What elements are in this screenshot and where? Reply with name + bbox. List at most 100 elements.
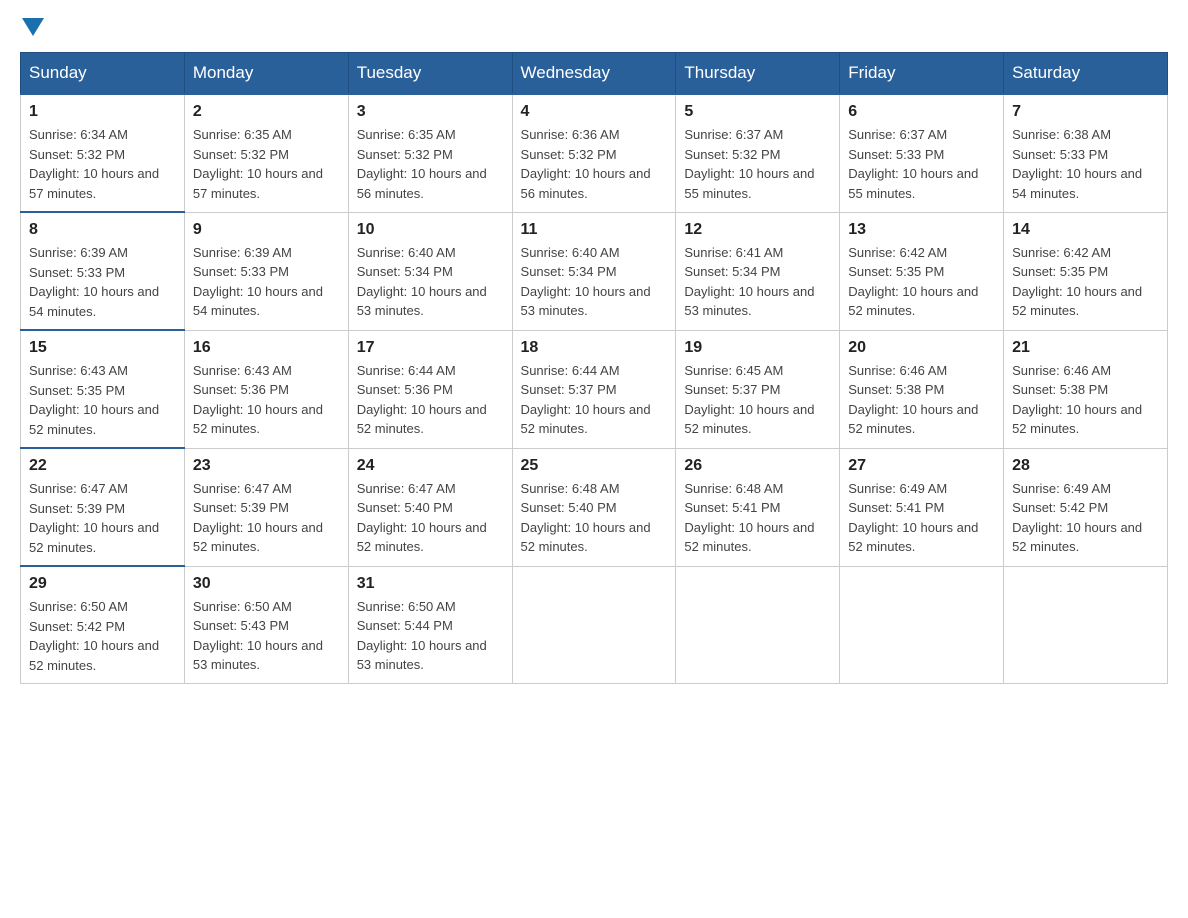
day-info: Sunrise: 6:40 AMSunset: 5:34 PMDaylight:… [357,243,504,321]
day-info: Sunrise: 6:48 AMSunset: 5:40 PMDaylight:… [521,479,668,557]
calendar-cell: 3Sunrise: 6:35 AMSunset: 5:32 PMDaylight… [348,94,512,212]
day-number: 1 [29,103,176,121]
day-number: 31 [357,575,504,593]
day-number: 26 [684,457,831,475]
calendar-cell: 20 Sunrise: 6:46 AMSunset: 5:38 PMDayligh… [840,330,1004,448]
calendar-cell: 24 Sunrise: 6:47 AMSunset: 5:40 PMDayligh… [348,448,512,566]
calendar-cell: 21Sunrise: 6:46 AMSunset: 5:38 PMDayligh… [1004,330,1168,448]
header-tuesday: Tuesday [348,53,512,95]
day-number: 30 [193,575,340,593]
calendar-cell: 5Sunrise: 6:37 AMSunset: 5:32 PMDaylight… [676,94,840,212]
calendar-week-row: 1 Sunrise: 6:34 AMSunset: 5:32 PMDaylight… [21,94,1168,212]
calendar-cell: 27 Sunrise: 6:49 AMSunset: 5:41 PMDayligh… [840,448,1004,566]
calendar-cell: 11 Sunrise: 6:40 AMSunset: 5:34 PMDayligh… [512,212,676,330]
day-info: Sunrise: 6:50 AMSunset: 5:43 PMDaylight:… [193,597,340,675]
header-thursday: Thursday [676,53,840,95]
day-info: Sunrise: 6:47 AMSunset: 5:40 PMDaylight:… [357,479,504,557]
day-number: 13 [848,221,995,239]
day-number: 21 [1012,339,1159,357]
calendar-cell: 28Sunrise: 6:49 AMSunset: 5:42 PMDayligh… [1004,448,1168,566]
calendar-cell: 4 Sunrise: 6:36 AMSunset: 5:32 PMDaylight… [512,94,676,212]
calendar-cell: 29 Sunrise: 6:50 AMSunset: 5:42 PMDayligh… [21,566,185,684]
day-info: Sunrise: 6:47 AMSunset: 5:39 PMDaylight:… [29,479,176,557]
day-info: Sunrise: 6:35 AMSunset: 5:32 PMDaylight:… [193,125,340,203]
calendar-cell: 30 Sunrise: 6:50 AMSunset: 5:43 PMDayligh… [184,566,348,684]
day-info: Sunrise: 6:37 AMSunset: 5:33 PMDaylight:… [848,125,995,203]
day-info: Sunrise: 6:36 AMSunset: 5:32 PMDaylight:… [521,125,668,203]
logo [20,20,44,32]
day-number: 17 [357,339,504,357]
day-number: 25 [521,457,668,475]
header-wednesday: Wednesday [512,53,676,95]
day-number: 27 [848,457,995,475]
calendar-cell: 16 Sunrise: 6:43 AMSunset: 5:36 PMDayligh… [184,330,348,448]
calendar-cell: 10 Sunrise: 6:40 AMSunset: 5:34 PMDayligh… [348,212,512,330]
calendar-header-row: SundayMondayTuesdayWednesdayThursdayFrid… [21,53,1168,95]
calendar-cell: 6 Sunrise: 6:37 AMSunset: 5:33 PMDaylight… [840,94,1004,212]
calendar-cell: 14Sunrise: 6:42 AMSunset: 5:35 PMDayligh… [1004,212,1168,330]
day-info: Sunrise: 6:50 AMSunset: 5:42 PMDaylight:… [29,597,176,675]
day-info: Sunrise: 6:47 AMSunset: 5:39 PMDaylight:… [193,479,340,557]
calendar-cell: 22 Sunrise: 6:47 AMSunset: 5:39 PMDayligh… [21,448,185,566]
day-info: Sunrise: 6:40 AMSunset: 5:34 PMDaylight:… [521,243,668,321]
logo-triangle-icon [22,18,44,36]
calendar-cell: 15 Sunrise: 6:43 AMSunset: 5:35 PMDayligh… [21,330,185,448]
calendar-cell: 18Sunrise: 6:44 AMSunset: 5:37 PMDayligh… [512,330,676,448]
calendar-cell [840,566,1004,684]
calendar-cell: 17 Sunrise: 6:44 AMSunset: 5:36 PMDayligh… [348,330,512,448]
day-info: Sunrise: 6:49 AMSunset: 5:41 PMDaylight:… [848,479,995,557]
day-info: Sunrise: 6:45 AMSunset: 5:37 PMDaylight:… [684,361,831,439]
calendar-cell [512,566,676,684]
day-info: Sunrise: 6:37 AMSunset: 5:32 PMDaylight:… [684,125,831,203]
calendar-cell: 31 Sunrise: 6:50 AMSunset: 5:44 PMDayligh… [348,566,512,684]
calendar-cell: 12 Sunrise: 6:41 AMSunset: 5:34 PMDayligh… [676,212,840,330]
header-monday: Monday [184,53,348,95]
day-number: 6 [848,103,995,121]
day-number: 10 [357,221,504,239]
day-info: Sunrise: 6:41 AMSunset: 5:34 PMDaylight:… [684,243,831,321]
day-number: 3 [357,103,504,121]
day-number: 4 [521,103,668,121]
day-info: Sunrise: 6:34 AMSunset: 5:32 PMDaylight:… [29,125,176,203]
calendar-week-row: 8 Sunrise: 6:39 AMSunset: 5:33 PMDaylight… [21,212,1168,330]
calendar-week-row: 29 Sunrise: 6:50 AMSunset: 5:42 PMDayligh… [21,566,1168,684]
day-info: Sunrise: 6:46 AMSunset: 5:38 PMDaylight:… [848,361,995,439]
calendar-cell: 26 Sunrise: 6:48 AMSunset: 5:41 PMDayligh… [676,448,840,566]
day-number: 19 [684,339,831,357]
calendar-week-row: 22 Sunrise: 6:47 AMSunset: 5:39 PMDayligh… [21,448,1168,566]
day-number: 9 [193,221,340,239]
day-info: Sunrise: 6:44 AMSunset: 5:37 PMDaylight:… [521,361,668,439]
day-number: 23 [193,457,340,475]
day-info: Sunrise: 6:44 AMSunset: 5:36 PMDaylight:… [357,361,504,439]
calendar-cell: 1 Sunrise: 6:34 AMSunset: 5:32 PMDaylight… [21,94,185,212]
day-number: 22 [29,457,176,475]
calendar-cell: 25 Sunrise: 6:48 AMSunset: 5:40 PMDayligh… [512,448,676,566]
header-saturday: Saturday [1004,53,1168,95]
day-info: Sunrise: 6:39 AMSunset: 5:33 PMDaylight:… [29,243,176,321]
calendar-cell [676,566,840,684]
calendar-cell: 9Sunrise: 6:39 AMSunset: 5:33 PMDaylight… [184,212,348,330]
day-info: Sunrise: 6:43 AMSunset: 5:35 PMDaylight:… [29,361,176,439]
calendar-cell: 23 Sunrise: 6:47 AMSunset: 5:39 PMDayligh… [184,448,348,566]
page-header [20,20,1168,32]
header-sunday: Sunday [21,53,185,95]
day-number: 12 [684,221,831,239]
day-number: 20 [848,339,995,357]
day-info: Sunrise: 6:50 AMSunset: 5:44 PMDaylight:… [357,597,504,675]
calendar-cell [1004,566,1168,684]
day-number: 8 [29,221,176,239]
day-number: 2 [193,103,340,121]
day-number: 15 [29,339,176,357]
day-info: Sunrise: 6:48 AMSunset: 5:41 PMDaylight:… [684,479,831,557]
day-info: Sunrise: 6:43 AMSunset: 5:36 PMDaylight:… [193,361,340,439]
day-number: 29 [29,575,176,593]
day-number: 24 [357,457,504,475]
calendar-cell: 19 Sunrise: 6:45 AMSunset: 5:37 PMDayligh… [676,330,840,448]
day-info: Sunrise: 6:49 AMSunset: 5:42 PMDaylight:… [1012,479,1159,557]
calendar-cell: 8 Sunrise: 6:39 AMSunset: 5:33 PMDaylight… [21,212,185,330]
calendar-cell: 2 Sunrise: 6:35 AMSunset: 5:32 PMDaylight… [184,94,348,212]
day-number: 11 [521,221,668,239]
calendar-table: SundayMondayTuesdayWednesdayThursdayFrid… [20,52,1168,684]
day-number: 14 [1012,221,1159,239]
day-number: 16 [193,339,340,357]
